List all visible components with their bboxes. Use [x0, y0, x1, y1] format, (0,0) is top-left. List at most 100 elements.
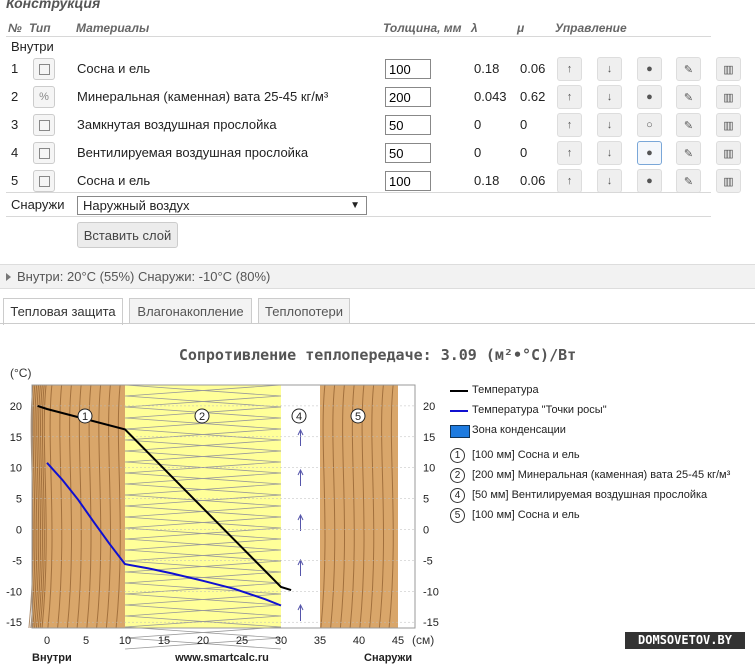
move-down-button[interactable]: ↓ [597, 169, 622, 193]
legend-dewpoint-swatch [450, 410, 468, 412]
square-icon [38, 63, 50, 75]
bottom-label-outside: Снаружи [364, 652, 412, 664]
outside-select[interactable]: Наружный воздух ▼ [77, 196, 367, 215]
layer-thickness-input[interactable] [385, 143, 431, 163]
wool-zigzag [124, 450, 282, 474]
tab-heatloss[interactable]: Теплопотери [258, 298, 350, 324]
layer-thickness-input[interactable] [385, 59, 431, 79]
move-up-button[interactable]: ↑ [557, 57, 582, 81]
toggle-button[interactable]: ○ [637, 113, 662, 137]
layer-type-button[interactable] [33, 142, 55, 164]
toggle-button[interactable]: ● [637, 169, 662, 193]
y-tick-label-left: -15 [6, 617, 22, 629]
delete-button[interactable]: ▥ [716, 85, 741, 109]
airflow-arrowhead [297, 513, 304, 521]
dropdown-arrow-icon: ▼ [350, 200, 360, 211]
wood-grain [30, 384, 36, 629]
toggle-button[interactable]: ● [637, 57, 662, 81]
arrow-down-icon: ↓ [606, 175, 613, 187]
move-down-button[interactable]: ↓ [597, 57, 622, 81]
delete-button[interactable]: ▥ [716, 113, 741, 137]
header-thickness: Толщина, мм [383, 21, 462, 35]
layer-material-name: Вентилируемая воздушная прослойка [77, 145, 309, 160]
move-down-button[interactable]: ↓ [597, 113, 622, 137]
edit-button[interactable]: ✎ [676, 169, 701, 193]
y-tick-label-left: 15 [10, 432, 22, 444]
edit-button[interactable]: ✎ [676, 85, 701, 109]
layer-mu: 0.06 [520, 61, 546, 76]
edit-button[interactable]: ✎ [676, 113, 701, 137]
layer-type-button[interactable]: % [33, 86, 55, 108]
move-down-button[interactable]: ↓ [597, 85, 622, 109]
move-up-button[interactable]: ↑ [557, 141, 582, 165]
wool-zigzag [124, 516, 282, 540]
layer-thickness-input[interactable] [385, 115, 431, 135]
wood-grain [330, 384, 336, 629]
pencil-icon: ✎ [683, 63, 694, 76]
legend-temperature: Температура [472, 384, 539, 396]
dot-icon: ● [646, 63, 653, 75]
tab-moisture[interactable]: Влагонакопление [129, 298, 252, 324]
wool-zigzag [124, 494, 282, 518]
x-tick-label: 35 [314, 635, 326, 647]
dot-icon: ● [646, 175, 653, 187]
layer-type-button[interactable] [33, 114, 55, 136]
edit-button[interactable]: ✎ [676, 57, 701, 81]
table-divider [6, 192, 711, 193]
arrow-up-icon: ↑ [566, 175, 573, 187]
pencil-icon: ✎ [683, 91, 694, 104]
tab-thermal[interactable]: Тепловая защита [3, 298, 123, 325]
toggle-button[interactable]: ● [637, 85, 662, 109]
layer-lambda: 0.043 [474, 89, 507, 104]
x-tick-label: 10 [119, 635, 131, 647]
wool-zigzag [124, 560, 282, 584]
watermark: DOMSOVETOV.BY [625, 632, 745, 649]
delete-button[interactable]: ▥ [716, 141, 741, 165]
layer-type-button[interactable] [33, 58, 55, 80]
edit-button[interactable]: ✎ [676, 141, 701, 165]
wool-zigzag [124, 626, 282, 650]
layer-marker-5 [350, 408, 366, 424]
move-down-button[interactable]: ↓ [597, 141, 622, 165]
wood-grain [378, 384, 385, 629]
y-tick-label-left: -10 [6, 586, 22, 598]
tab-bar-line [0, 323, 755, 324]
climate-panel[interactable]: Внутри: 20°C (55%) Снаружи: -10°C (80%) [0, 264, 755, 289]
header-divider [6, 36, 711, 37]
trash-icon: ▥ [723, 63, 734, 76]
x-tick-label: 5 [83, 635, 89, 647]
header-materials: Материалы [76, 21, 150, 35]
wood-grain [388, 384, 394, 629]
airflow-arrowhead [297, 428, 304, 436]
airflow-arrowhead [297, 468, 304, 476]
wool-zigzag [124, 560, 282, 584]
move-up-button[interactable]: ↑ [557, 85, 582, 109]
wood-grain [34, 384, 40, 629]
y-tick-label-left: -5 [12, 555, 22, 567]
section-title: Конструкция [6, 0, 101, 11]
arrow-up-icon: ↑ [566, 147, 573, 159]
delete-button[interactable]: ▥ [716, 169, 741, 193]
climate-summary: Внутри: 20°C (55%) Снаружи: -10°C (80%) [17, 269, 271, 284]
legend-layer4: [50 мм] Вентилируемая воздушная прослойк… [472, 489, 708, 501]
layer-type-button[interactable] [33, 170, 55, 192]
insert-layer-button[interactable]: Вставить слой [77, 222, 178, 248]
wool-zigzag [124, 582, 282, 606]
arrow-up-icon: ↑ [566, 91, 573, 103]
layer-thickness-input[interactable] [385, 87, 431, 107]
y-tick-label-right: 5 [423, 494, 429, 506]
arrow-down-icon: ↓ [606, 147, 613, 159]
move-up-button[interactable]: ↑ [557, 169, 582, 193]
move-up-button[interactable]: ↑ [557, 113, 582, 137]
layer-lambda: 0.18 [474, 61, 500, 76]
pencil-icon: ✎ [683, 147, 694, 160]
y-tick-label-left: 10 [10, 463, 22, 475]
header-lambda: λ [471, 21, 478, 35]
y-tick-label-left: 0 [16, 525, 22, 537]
chart-title: Сопротивление теплопередаче: 3.09 (м²•°С… [178, 346, 577, 364]
wool-zigzag [124, 450, 282, 474]
toggle-button[interactable]: ● [637, 141, 662, 165]
layer-thickness-input[interactable] [385, 171, 431, 191]
delete-button[interactable]: ▥ [716, 57, 741, 81]
dot-icon: ● [646, 91, 653, 103]
